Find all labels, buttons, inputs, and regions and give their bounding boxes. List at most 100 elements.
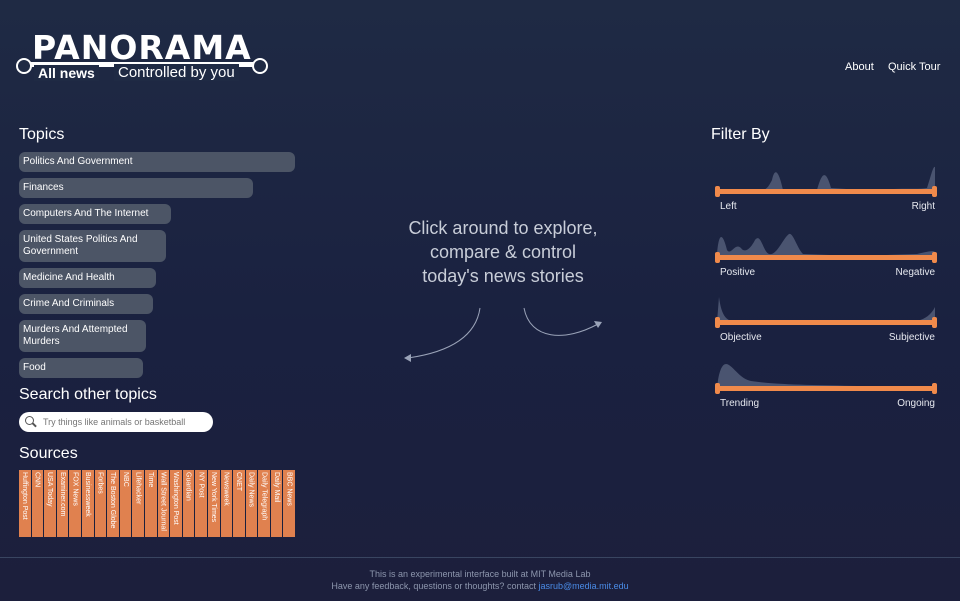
source-bar[interactable]: Huffington Post: [19, 470, 31, 537]
source-label: Examiner.com: [58, 472, 66, 517]
source-label: NY Post: [197, 472, 205, 498]
source-bar[interactable]: Washington Post: [170, 470, 182, 537]
nav-quick-tour-link[interactable]: Quick Tour: [888, 61, 940, 73]
distribution-sparkline: [717, 297, 935, 322]
slider-handle-right[interactable]: [932, 252, 937, 263]
search-box[interactable]: [19, 412, 213, 432]
source-bar[interactable]: Newsweek: [220, 470, 233, 537]
filter-slider-track[interactable]: [717, 320, 935, 325]
slider-handle-left[interactable]: [715, 186, 720, 197]
filter-label-right: Negative: [895, 267, 935, 278]
prompt-line: compare & control: [429, 242, 577, 262]
distribution-sparkline: [717, 233, 935, 257]
source-bar[interactable]: USA Today: [44, 470, 56, 537]
source-bar[interactable]: Time: [144, 470, 157, 537]
source-label: Newsweek: [222, 472, 230, 506]
source-bar[interactable]: New York Times: [207, 470, 220, 537]
sources-heading: Sources: [19, 445, 78, 462]
filter-label-left: Left: [720, 201, 737, 212]
slider-handle-right[interactable]: [932, 383, 937, 394]
source-label: Daily Mail: [272, 472, 280, 503]
panorama-logo[interactable]: PANORAMA All news Controlled by you: [16, 28, 268, 84]
source-label: USA Today: [46, 472, 54, 507]
source-bar[interactable]: Businessweek: [81, 470, 94, 537]
source-bar[interactable]: Lifehacker: [132, 470, 144, 537]
filter-label-left: Objective: [720, 332, 762, 343]
filter-trending-ongoing[interactable]: Trending Ongoing: [715, 359, 937, 419]
slider-handle-left[interactable]: [715, 317, 720, 328]
source-bar[interactable]: BBC News: [283, 470, 296, 537]
source-label: BBC News: [285, 472, 293, 506]
prompt-line: today's news stories: [422, 266, 584, 286]
source-bar[interactable]: Daily News: [245, 470, 258, 537]
source-label: Businessweek: [83, 472, 91, 517]
source-label: The Boston Globe: [109, 472, 117, 529]
search-icon: [25, 416, 37, 428]
sources-list: Huffington Post CNN USA Today Examiner.c…: [19, 470, 296, 537]
footer-divider: [0, 557, 960, 558]
source-bar[interactable]: Daily Mail: [270, 470, 283, 537]
footer: This is an experimental interface built …: [0, 568, 960, 592]
source-bar[interactable]: The Boston Globe: [107, 470, 119, 537]
filter-slider-track[interactable]: [717, 189, 935, 194]
source-bar[interactable]: Wall Street Journal: [157, 470, 170, 537]
filter-left-right[interactable]: Left Right: [715, 162, 937, 222]
source-bar[interactable]: Guardian: [182, 470, 195, 537]
footer-feedback-text: Have any feedback, questions or thoughts…: [331, 581, 539, 591]
source-bar[interactable]: Examiner.com: [56, 470, 69, 537]
curved-arrows: [404, 307, 602, 362]
source-bar[interactable]: Daily Telegraph: [258, 470, 270, 537]
source-label: NBC: [121, 472, 129, 487]
source-bar[interactable]: FOX News: [69, 470, 81, 537]
logo-subtitle-right: Controlled by you: [114, 64, 239, 81]
distribution-sparkline: [717, 166, 935, 191]
filter-positive-negative[interactable]: Positive Negative: [715, 228, 937, 288]
filter-label-left: Positive: [720, 267, 756, 278]
search-heading: Search other topics: [19, 386, 157, 403]
search-input[interactable]: [43, 417, 203, 427]
footer-line-1: This is an experimental interface built …: [369, 569, 591, 579]
source-label: Lifehacker: [134, 472, 142, 505]
slider-handle-right[interactable]: [932, 317, 937, 328]
source-label: Time: [146, 472, 154, 488]
source-label: Wall Street Journal: [159, 472, 167, 531]
source-bar[interactable]: NBC: [119, 470, 132, 537]
logo-subtitle-left: All news: [34, 65, 99, 81]
source-label: Forbes: [96, 472, 104, 494]
center-prompt: Click around to explore, compare & contr…: [370, 216, 636, 288]
source-label: Guardian: [184, 472, 192, 501]
slider-handle-left[interactable]: [715, 252, 720, 263]
topic-item[interactable]: United States Politics And Government: [19, 230, 166, 262]
source-label: New York Times: [209, 472, 217, 523]
distribution-sparkline: [717, 363, 935, 388]
nav-about-link[interactable]: About: [845, 61, 874, 73]
contact-email-link[interactable]: jasrub@media.mit.edu: [538, 581, 628, 591]
filter-label-right: Subjective: [888, 332, 935, 343]
topic-item[interactable]: Medicine And Health: [19, 268, 156, 288]
source-label: Daily News: [247, 472, 255, 508]
filter-label-right: Ongoing: [897, 398, 935, 409]
topic-item[interactable]: Computers And The Internet: [19, 204, 171, 224]
topic-item[interactable]: Crime And Criminals: [19, 294, 153, 314]
topic-item[interactable]: Food: [19, 358, 143, 378]
prompt-line: Click around to explore,: [408, 218, 598, 238]
source-label: CNN: [33, 472, 41, 488]
footer-line-2: Have any feedback, questions or thoughts…: [0, 580, 960, 592]
topic-item[interactable]: Politics And Government: [19, 152, 295, 172]
topic-item[interactable]: Murders And Attempted Murders: [19, 320, 146, 352]
filter-label-right: Right: [911, 201, 935, 212]
filter-slider-track[interactable]: [717, 386, 935, 391]
topics-heading: Topics: [19, 126, 65, 143]
source-label: Daily Telegraph: [260, 472, 268, 521]
source-label: Huffington Post: [21, 472, 28, 520]
source-bar[interactable]: CNN: [31, 470, 44, 537]
slider-handle-right[interactable]: [932, 186, 937, 197]
source-bar[interactable]: CNET: [233, 470, 245, 537]
source-bar[interactable]: NY Post: [195, 470, 207, 537]
source-bar[interactable]: Forbes: [94, 470, 107, 537]
topic-item[interactable]: Finances: [19, 178, 253, 198]
filter-label-left: Trending: [720, 398, 760, 409]
slider-handle-left[interactable]: [715, 383, 720, 394]
filter-objective-subjective[interactable]: Objective Subjective: [715, 293, 937, 353]
filter-slider-track[interactable]: [717, 255, 935, 260]
